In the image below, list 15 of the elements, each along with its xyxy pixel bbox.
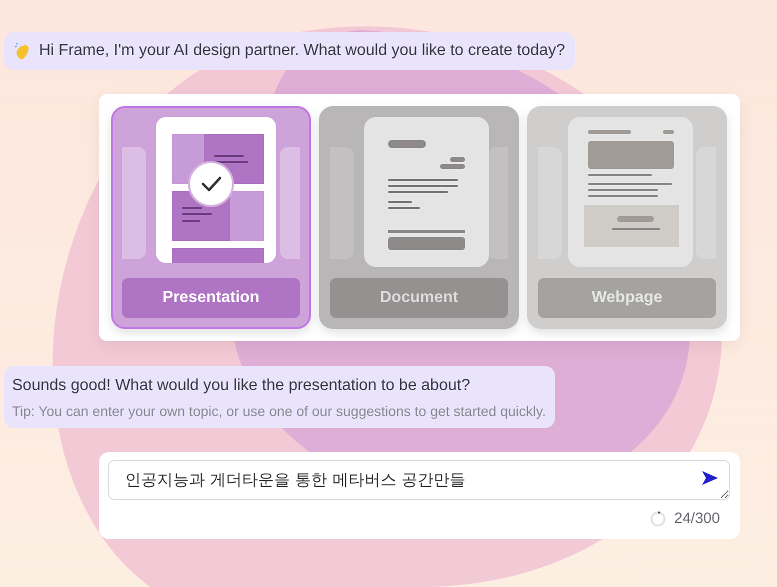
format-label: Webpage: [538, 278, 716, 318]
format-card[interactable]: Webpage: [527, 106, 727, 329]
send-button[interactable]: [702, 471, 718, 485]
topic-input-field[interactable]: 인공지능과 게더타운을 통한 메타버스 공간만들: [108, 460, 730, 500]
tip-text: Tip: You can enter your own topic, or use one of our suggestions to get started quickly.: [12, 403, 546, 419]
progress-ring-icon: [650, 510, 666, 526]
check-icon: [187, 160, 235, 208]
format-card[interactable]: Presentation: [111, 106, 311, 329]
reply-message: Sounds good! What would you like the presentation to be about?: [12, 377, 472, 395]
greeting-message: Hi Frame, I'm your AI design partner. What would you like to create today?: [39, 42, 565, 60]
format-label: Document: [330, 278, 508, 318]
waving-hand-icon: [14, 42, 32, 60]
character-counter: 24/300: [674, 510, 720, 527]
format-label: Presentation: [122, 278, 300, 318]
format-card[interactable]: Document: [319, 106, 519, 329]
